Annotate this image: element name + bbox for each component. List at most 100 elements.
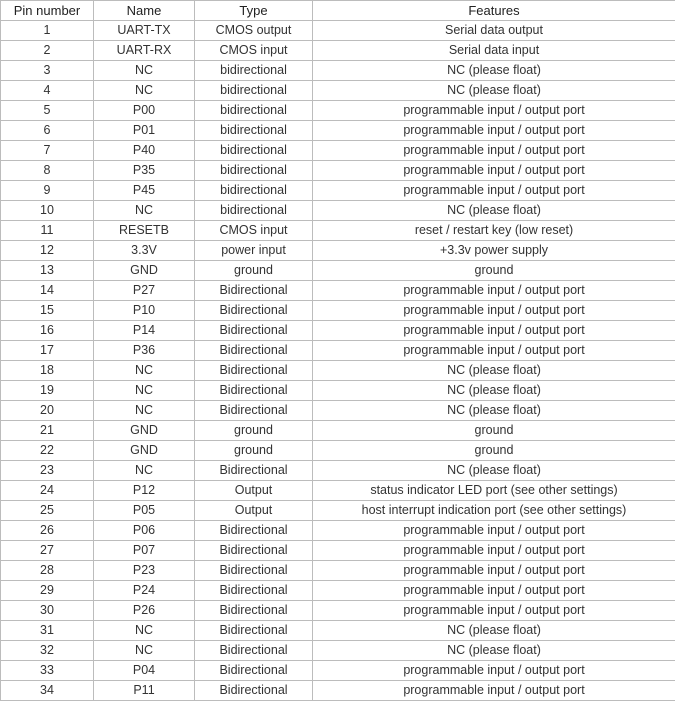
cell-name: NC [94, 641, 195, 661]
cell-features: programmable input / output port [313, 321, 675, 341]
cell-pin: 25 [1, 501, 94, 521]
table-row: 26P06Bidirectionalprogrammable input / o… [1, 521, 675, 541]
cell-pin: 29 [1, 581, 94, 601]
table-row: 9P45bidirectionalprogrammable input / ou… [1, 181, 675, 201]
table-row: 27P07Bidirectionalprogrammable input / o… [1, 541, 675, 561]
cell-type: ground [195, 261, 313, 281]
cell-features: host interrupt indication port (see othe… [313, 501, 675, 521]
cell-type: power input [195, 241, 313, 261]
cell-features: NC (please float) [313, 461, 675, 481]
cell-name: P23 [94, 561, 195, 581]
cell-name: P00 [94, 101, 195, 121]
table-row: 17P36Bidirectionalprogrammable input / o… [1, 341, 675, 361]
cell-pin: 2 [1, 41, 94, 61]
cell-name: NC [94, 81, 195, 101]
table-row: 22GNDgroundground [1, 441, 675, 461]
cell-features: programmable input / output port [313, 301, 675, 321]
cell-name: P04 [94, 661, 195, 681]
table-row: 18NCBidirectionalNC (please float) [1, 361, 675, 381]
cell-name: P36 [94, 341, 195, 361]
cell-type: Bidirectional [195, 581, 313, 601]
cell-features: programmable input / output port [313, 561, 675, 581]
cell-pin: 14 [1, 281, 94, 301]
table-row: 15P10Bidirectionalprogrammable input / o… [1, 301, 675, 321]
table-row: 32NCBidirectionalNC (please float) [1, 641, 675, 661]
table-row: 3NCbidirectionalNC (please float) [1, 61, 675, 81]
cell-name: GND [94, 421, 195, 441]
cell-type: CMOS input [195, 41, 313, 61]
cell-name: P27 [94, 281, 195, 301]
cell-pin: 20 [1, 401, 94, 421]
cell-type: Output [195, 481, 313, 501]
cell-type: Bidirectional [195, 361, 313, 381]
cell-name: P01 [94, 121, 195, 141]
cell-type: Bidirectional [195, 341, 313, 361]
cell-features: programmable input / output port [313, 181, 675, 201]
cell-type: Bidirectional [195, 681, 313, 701]
cell-features: NC (please float) [313, 381, 675, 401]
cell-pin: 34 [1, 681, 94, 701]
cell-pin: 22 [1, 441, 94, 461]
cell-features: programmable input / output port [313, 581, 675, 601]
table-row: 30P26Bidirectionalprogrammable input / o… [1, 601, 675, 621]
cell-features: NC (please float) [313, 641, 675, 661]
cell-features: programmable input / output port [313, 121, 675, 141]
cell-features: programmable input / output port [313, 601, 675, 621]
cell-pin: 33 [1, 661, 94, 681]
cell-pin: 7 [1, 141, 94, 161]
cell-pin: 24 [1, 481, 94, 501]
cell-type: ground [195, 441, 313, 461]
cell-pin: 21 [1, 421, 94, 441]
cell-type: bidirectional [195, 161, 313, 181]
cell-features: programmable input / output port [313, 541, 675, 561]
cell-type: bidirectional [195, 101, 313, 121]
cell-type: Output [195, 501, 313, 521]
cell-name: NC [94, 461, 195, 481]
table-row: 6P01bidirectionalprogrammable input / ou… [1, 121, 675, 141]
cell-name: NC [94, 621, 195, 641]
cell-features: +3.3v power supply [313, 241, 675, 261]
cell-name: NC [94, 201, 195, 221]
cell-type: Bidirectional [195, 641, 313, 661]
cell-features: status indicator LED port (see other set… [313, 481, 675, 501]
cell-pin: 18 [1, 361, 94, 381]
cell-features: reset / restart key (low reset) [313, 221, 675, 241]
cell-name: P07 [94, 541, 195, 561]
cell-name: P24 [94, 581, 195, 601]
cell-pin: 17 [1, 341, 94, 361]
cell-name: P05 [94, 501, 195, 521]
cell-features: programmable input / output port [313, 341, 675, 361]
cell-type: Bidirectional [195, 561, 313, 581]
table-row: 33P04Bidirectionalprogrammable input / o… [1, 661, 675, 681]
table-row: 1UART-TXCMOS outputSerial data output [1, 21, 675, 41]
cell-features: ground [313, 421, 675, 441]
cell-features: NC (please float) [313, 401, 675, 421]
table-row: 25P05Outputhost interrupt indication por… [1, 501, 675, 521]
cell-pin: 15 [1, 301, 94, 321]
cell-type: bidirectional [195, 181, 313, 201]
table-row: 29P24Bidirectionalprogrammable input / o… [1, 581, 675, 601]
cell-pin: 5 [1, 101, 94, 121]
cell-name: P10 [94, 301, 195, 321]
cell-features: NC (please float) [313, 81, 675, 101]
cell-features: programmable input / output port [313, 521, 675, 541]
header-features: Features [313, 1, 675, 21]
cell-type: Bidirectional [195, 601, 313, 621]
cell-pin: 4 [1, 81, 94, 101]
cell-type: Bidirectional [195, 321, 313, 341]
cell-features: programmable input / output port [313, 661, 675, 681]
cell-features: NC (please float) [313, 201, 675, 221]
cell-features: ground [313, 441, 675, 461]
table-row: 19NCBidirectionalNC (please float) [1, 381, 675, 401]
cell-name: 3.3V [94, 241, 195, 261]
cell-pin: 1 [1, 21, 94, 41]
header-type: Type [195, 1, 313, 21]
cell-name: P12 [94, 481, 195, 501]
table-row: 20NCBidirectionalNC (please float) [1, 401, 675, 421]
cell-type: CMOS input [195, 221, 313, 241]
cell-features: NC (please float) [313, 61, 675, 81]
cell-pin: 12 [1, 241, 94, 261]
cell-name: UART-RX [94, 41, 195, 61]
cell-name: RESETB [94, 221, 195, 241]
cell-name: P11 [94, 681, 195, 701]
